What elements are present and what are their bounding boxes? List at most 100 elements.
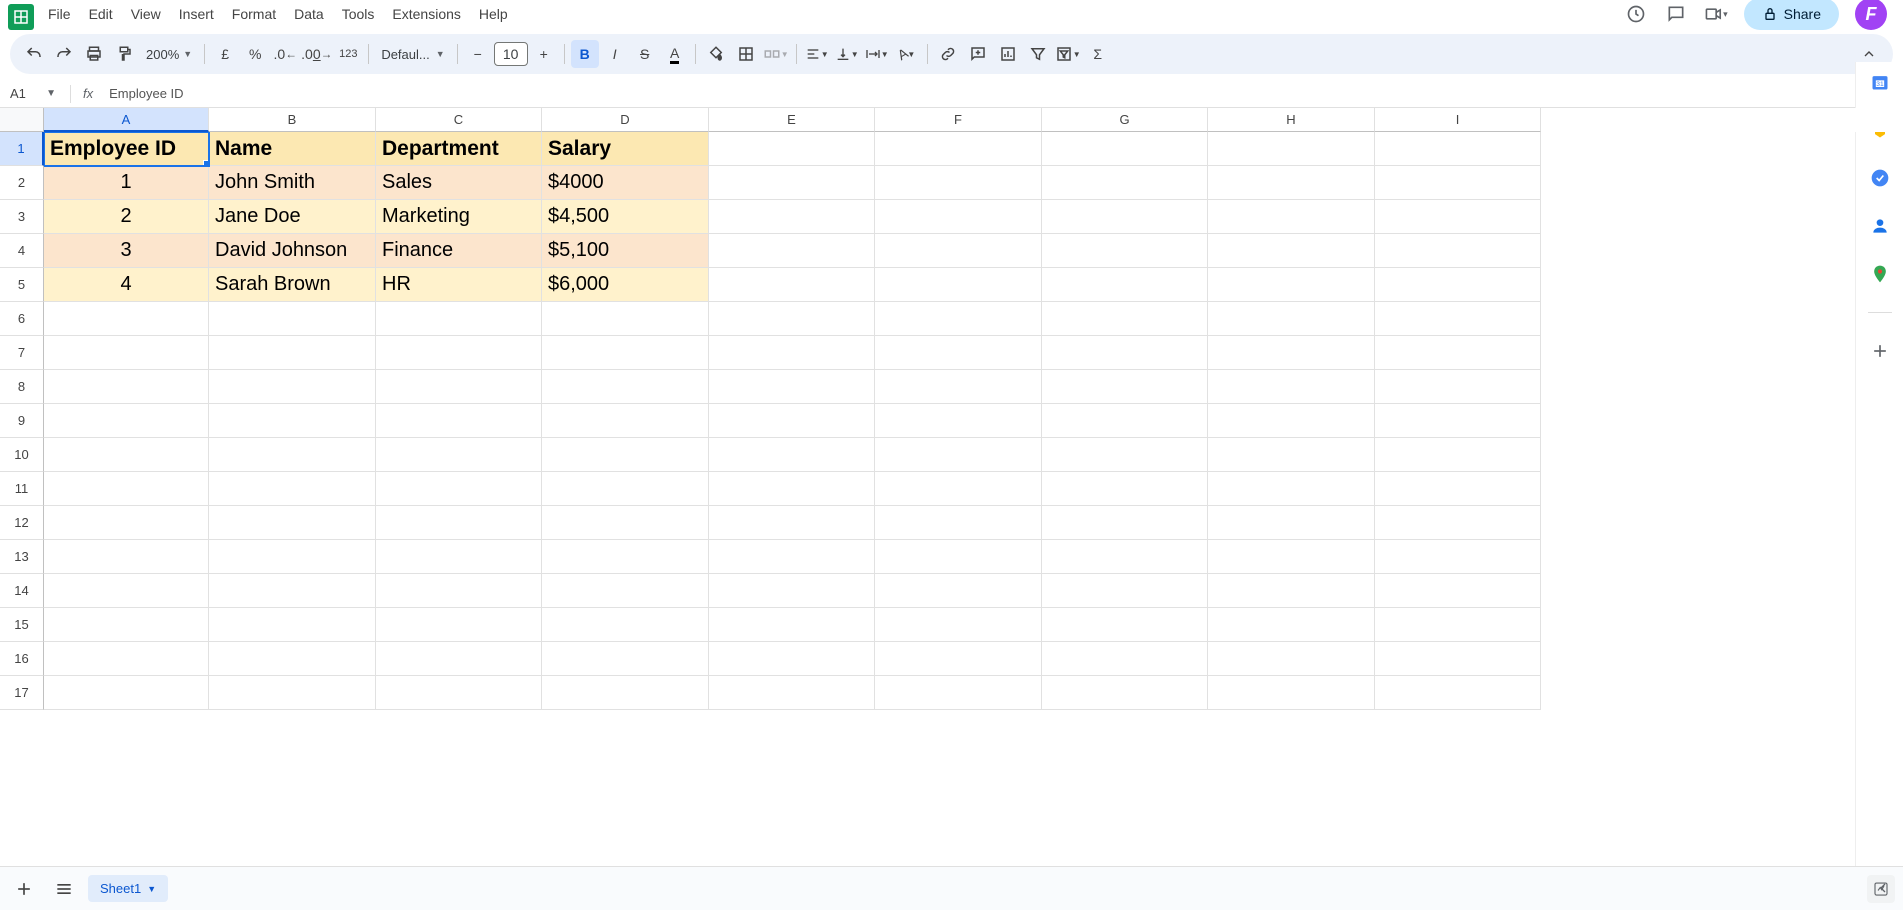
- cell-A11[interactable]: [44, 472, 209, 506]
- cell-G10[interactable]: [1042, 438, 1208, 472]
- cell-C10[interactable]: [376, 438, 542, 472]
- cell-H13[interactable]: [1208, 540, 1375, 574]
- increase-font-button[interactable]: +: [530, 40, 558, 68]
- cell-B6[interactable]: [209, 302, 376, 336]
- cell-G12[interactable]: [1042, 506, 1208, 540]
- cell-B10[interactable]: [209, 438, 376, 472]
- row-header-7[interactable]: 7: [0, 336, 44, 370]
- cell-I1[interactable]: [1375, 132, 1541, 166]
- cell-H14[interactable]: [1208, 574, 1375, 608]
- redo-button[interactable]: [50, 40, 78, 68]
- tasks-icon[interactable]: [1870, 168, 1890, 188]
- row-header-17[interactable]: 17: [0, 676, 44, 710]
- all-sheets-button[interactable]: [48, 873, 80, 905]
- cell-H4[interactable]: [1208, 234, 1375, 268]
- cell-E5[interactable]: [709, 268, 875, 302]
- col-header-E[interactable]: E: [709, 108, 875, 132]
- user-avatar[interactable]: F: [1855, 0, 1887, 30]
- add-on-icon[interactable]: [1870, 341, 1890, 361]
- cell-E14[interactable]: [709, 574, 875, 608]
- cell-C16[interactable]: [376, 642, 542, 676]
- col-header-A[interactable]: A: [44, 108, 209, 132]
- menu-insert[interactable]: Insert: [171, 2, 222, 26]
- row-header-2[interactable]: 2: [0, 166, 44, 200]
- merge-button[interactable]: ▼: [762, 40, 790, 68]
- cell-I9[interactable]: [1375, 404, 1541, 438]
- cell-I6[interactable]: [1375, 302, 1541, 336]
- cell-A3[interactable]: 2: [44, 200, 209, 234]
- cell-E4[interactable]: [709, 234, 875, 268]
- cell-E7[interactable]: [709, 336, 875, 370]
- cell-G17[interactable]: [1042, 676, 1208, 710]
- cell-I7[interactable]: [1375, 336, 1541, 370]
- cell-D13[interactable]: [542, 540, 709, 574]
- side-panel-toggle[interactable]: [1867, 872, 1899, 904]
- share-button[interactable]: Share: [1744, 0, 1839, 30]
- cell-C2[interactable]: Sales: [376, 166, 542, 200]
- currency-button[interactable]: £: [211, 40, 239, 68]
- row-header-8[interactable]: 8: [0, 370, 44, 404]
- menu-extensions[interactable]: Extensions: [384, 2, 468, 26]
- cell-A12[interactable]: [44, 506, 209, 540]
- cell-H10[interactable]: [1208, 438, 1375, 472]
- cell-G3[interactable]: [1042, 200, 1208, 234]
- cell-H7[interactable]: [1208, 336, 1375, 370]
- cell-F5[interactable]: [875, 268, 1042, 302]
- add-sheet-button[interactable]: [8, 873, 40, 905]
- cell-C4[interactable]: Finance: [376, 234, 542, 268]
- fill-color-button[interactable]: [702, 40, 730, 68]
- cell-B3[interactable]: Jane Doe: [209, 200, 376, 234]
- formula-input[interactable]: Employee ID: [105, 84, 1899, 103]
- more-formats-button[interactable]: 123: [334, 40, 362, 68]
- row-header-12[interactable]: 12: [0, 506, 44, 540]
- cell-F3[interactable]: [875, 200, 1042, 234]
- cell-H1[interactable]: [1208, 132, 1375, 166]
- cell-A8[interactable]: [44, 370, 209, 404]
- cell-F11[interactable]: [875, 472, 1042, 506]
- cell-F16[interactable]: [875, 642, 1042, 676]
- cell-G6[interactable]: [1042, 302, 1208, 336]
- comment-icon[interactable]: [1664, 2, 1688, 26]
- cell-B13[interactable]: [209, 540, 376, 574]
- cell-I3[interactable]: [1375, 200, 1541, 234]
- menu-file[interactable]: File: [40, 2, 79, 26]
- filter-views-button[interactable]: ▼: [1054, 40, 1082, 68]
- cell-F8[interactable]: [875, 370, 1042, 404]
- sheets-logo-icon[interactable]: [8, 4, 34, 30]
- cell-C8[interactable]: [376, 370, 542, 404]
- col-header-B[interactable]: B: [209, 108, 376, 132]
- menu-help[interactable]: Help: [471, 2, 516, 26]
- zoom-select[interactable]: 200%▼: [140, 47, 198, 62]
- cell-E3[interactable]: [709, 200, 875, 234]
- cell-F10[interactable]: [875, 438, 1042, 472]
- cells-grid[interactable]: Employee IDNameDepartmentSalary1John Smi…: [44, 132, 1903, 722]
- row-header-15[interactable]: 15: [0, 608, 44, 642]
- rotate-button[interactable]: A▼: [893, 40, 921, 68]
- cell-B15[interactable]: [209, 608, 376, 642]
- cell-F4[interactable]: [875, 234, 1042, 268]
- cell-A2[interactable]: 1: [44, 166, 209, 200]
- cell-D3[interactable]: $4,500: [542, 200, 709, 234]
- cell-B7[interactable]: [209, 336, 376, 370]
- cell-I17[interactable]: [1375, 676, 1541, 710]
- cell-D5[interactable]: $6,000: [542, 268, 709, 302]
- cell-D15[interactable]: [542, 608, 709, 642]
- italic-button[interactable]: I: [601, 40, 629, 68]
- col-header-G[interactable]: G: [1042, 108, 1208, 132]
- cell-A9[interactable]: [44, 404, 209, 438]
- cell-D10[interactable]: [542, 438, 709, 472]
- cell-I12[interactable]: [1375, 506, 1541, 540]
- cell-D1[interactable]: Salary: [542, 132, 709, 166]
- cell-E8[interactable]: [709, 370, 875, 404]
- cell-D11[interactable]: [542, 472, 709, 506]
- cell-B5[interactable]: Sarah Brown: [209, 268, 376, 302]
- cell-H12[interactable]: [1208, 506, 1375, 540]
- cell-A16[interactable]: [44, 642, 209, 676]
- cell-D9[interactable]: [542, 404, 709, 438]
- col-header-D[interactable]: D: [542, 108, 709, 132]
- cell-I11[interactable]: [1375, 472, 1541, 506]
- filter-button[interactable]: [1024, 40, 1052, 68]
- cell-H2[interactable]: [1208, 166, 1375, 200]
- cell-B12[interactable]: [209, 506, 376, 540]
- cell-E6[interactable]: [709, 302, 875, 336]
